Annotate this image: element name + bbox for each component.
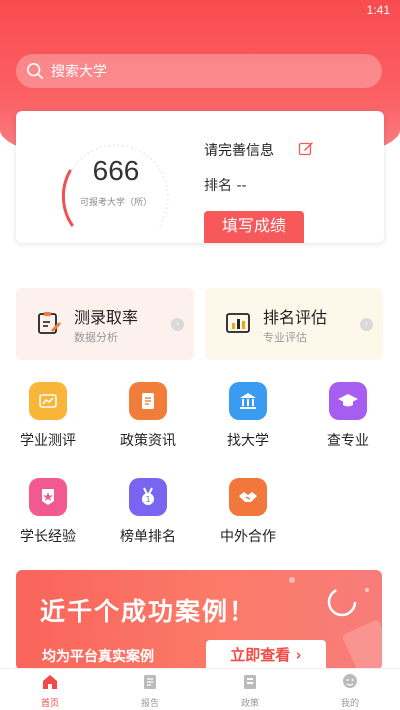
tab-label: 报告 <box>140 699 159 709</box>
tab-profile[interactable]: 我的 <box>300 669 400 710</box>
svg-text:1: 1 <box>145 495 150 504</box>
university-icon <box>229 382 267 420</box>
status-time: 1:41 <box>366 3 390 17</box>
feature-admission-rate[interactable]: 测录取率 数据分析 › <box>16 288 194 360</box>
grid-item-senior-experience[interactable]: 学长经验 <box>8 478 88 546</box>
view-now-button[interactable]: 立即查看 › <box>206 640 326 670</box>
grid-item-sino-foreign[interactable]: 中外合作 <box>208 478 288 546</box>
tab-label: 首页 <box>40 699 59 709</box>
tab-label: 我的 <box>340 699 359 709</box>
handshake-icon <box>229 478 267 516</box>
grid-label: 榜单排名 <box>120 529 176 545</box>
grid-item-rankings[interactable]: 1 榜单排名 <box>108 478 188 546</box>
search-icon <box>26 62 44 80</box>
search-bar[interactable]: 搜索大学 <box>16 54 382 88</box>
tab-label: 政策 <box>240 699 259 709</box>
grid-label: 中外合作 <box>220 529 276 545</box>
grid-label: 找大学 <box>227 433 269 449</box>
grid-item-academic-test[interactable]: 学业测评 <box>8 382 88 450</box>
gauge-caption: 可报考大学（所） <box>79 198 152 208</box>
home-icon <box>43 675 57 689</box>
complete-info-title[interactable]: 请完善信息 <box>204 140 274 160</box>
clipboard-edit-icon <box>38 312 61 334</box>
grid-label: 查专业 <box>327 433 369 449</box>
gauge-value: 666 <box>92 155 140 186</box>
feature-subtitle: 专业评估 <box>263 331 307 344</box>
success-cases-banner[interactable]: 近千个成功案例！ 均为平台真实案例 立即查看 › <box>16 570 382 670</box>
edit-icon[interactable] <box>298 141 314 157</box>
bottom-tab-bar: 首页 报告 政策 我的 <box>0 668 400 710</box>
feature-subtitle: 数据分析 <box>74 331 118 344</box>
grid-item-policy-news[interactable]: 政策资讯 <box>108 382 188 450</box>
grid-label: 政策资讯 <box>120 433 176 449</box>
banner-headline: 近千个成功案例！ <box>40 597 257 626</box>
feature-title: 测录取率 <box>74 308 139 327</box>
banner-subline: 均为平台真实案例 <box>42 649 154 665</box>
profile-icon <box>343 674 357 688</box>
bar-chart-icon <box>226 313 250 333</box>
policy-icon <box>244 675 256 689</box>
tab-policy[interactable]: 政策 <box>200 669 300 710</box>
tab-home[interactable]: 首页 <box>0 669 100 710</box>
document-icon <box>129 382 167 420</box>
grid-label: 学业测评 <box>20 433 76 449</box>
grid-item-search-major[interactable]: 查专业 <box>308 382 388 450</box>
score-card: 666 可报考大学（所） 请完善信息 排名 -- 填写成绩 <box>16 111 384 243</box>
chevron-right-icon: › <box>171 318 184 331</box>
trend-chart-icon <box>29 382 67 420</box>
graduation-cap-icon <box>329 382 367 420</box>
report-icon <box>144 675 156 689</box>
fill-score-button[interactable]: 填写成绩 <box>204 211 304 243</box>
feature-rank-assessment[interactable]: 排名评估 专业评估 › <box>205 288 383 360</box>
tab-report[interactable]: 报告 <box>100 669 200 710</box>
badge-star-icon <box>29 478 67 516</box>
grid-label: 学长经验 <box>20 529 76 545</box>
search-placeholder: 搜索大学 <box>51 64 107 80</box>
grid-item-find-university[interactable]: 找大学 <box>208 382 288 450</box>
medal-icon: 1 <box>129 478 167 516</box>
feature-title: 排名评估 <box>263 308 328 327</box>
rank-text: 排名 -- <box>204 178 247 194</box>
chevron-right-icon: › <box>360 318 373 331</box>
